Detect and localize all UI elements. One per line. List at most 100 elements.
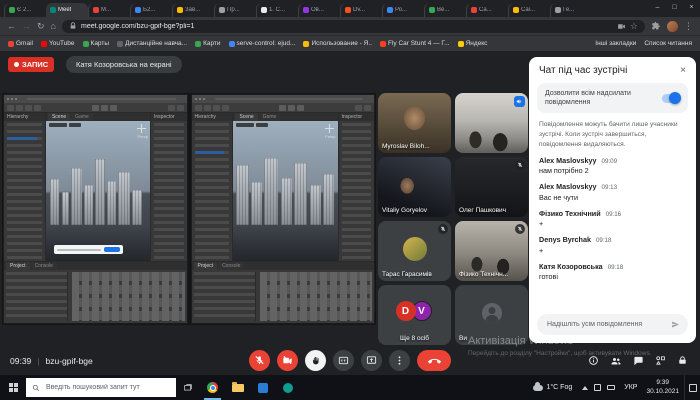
browser-tab[interactable]: Dv...	[340, 3, 382, 17]
raise-hand-button[interactable]	[305, 350, 326, 371]
unity-shading-dropdown[interactable]	[49, 123, 67, 127]
camera-off-button[interactable]	[277, 350, 298, 371]
bookmark-item[interactable]: serve-control: ejud...	[229, 40, 296, 47]
browser-tab[interactable]: Ве...	[424, 3, 466, 17]
unity-play-icon[interactable]	[279, 105, 286, 111]
chat-message-list[interactable]: Alex Maslovskyy09:09 нам потрібно 2 Alex…	[529, 154, 696, 309]
back-icon[interactable]: ←	[7, 22, 16, 31]
participant-tile-classroom[interactable]	[455, 93, 528, 153]
tray-network-icon[interactable]	[594, 384, 601, 391]
unity-scene-viewport[interactable]: Persp	[233, 121, 337, 261]
taskbar-weather[interactable]: 1°C Fog	[528, 384, 577, 391]
captions-button[interactable]	[333, 350, 354, 371]
tray-expand-icon[interactable]	[582, 386, 588, 390]
unity-project-tab[interactable]: Project	[194, 262, 218, 270]
camera-in-use-icon[interactable]	[617, 22, 626, 31]
mic-off-button[interactable]	[249, 350, 270, 371]
search-input[interactable]	[44, 383, 170, 392]
window-minimize-button[interactable]: –	[649, 0, 666, 15]
unity-scene-viewport[interactable]: Persp	[46, 121, 150, 261]
browser-tab[interactable]: Ро...	[382, 3, 424, 17]
unity-notification-toast[interactable]	[54, 245, 123, 254]
unity-tool-icon[interactable]	[222, 105, 229, 111]
browser-tab[interactable]: Саі...	[508, 3, 550, 17]
bookmark-item[interactable]: Карты	[83, 40, 110, 47]
browser-tab[interactable]: Са...	[466, 3, 508, 17]
unity-tool-icon[interactable]	[168, 105, 175, 111]
other-bookmarks-button[interactable]: Інші закладки	[595, 40, 636, 47]
browser-tab[interactable]: М...	[88, 3, 130, 17]
forward-icon[interactable]: →	[22, 22, 31, 31]
unity-scene-tab[interactable]: Scene	[48, 113, 70, 121]
unity-step-icon[interactable]	[110, 105, 117, 111]
participant-tile-oleh[interactable]: Олег Пашкович	[455, 157, 528, 217]
participant-tile-you[interactable]: Ви	[455, 285, 528, 345]
unity-tool-icon[interactable]	[25, 105, 32, 111]
taskbar-app-chrome[interactable]	[200, 375, 225, 400]
unity-pause-icon[interactable]	[101, 105, 108, 111]
browser-menu-icon[interactable]: ⋮	[684, 22, 693, 31]
unity-inspector-list[interactable]	[154, 123, 184, 259]
start-button[interactable]	[0, 375, 26, 400]
bookmark-item[interactable]: Яндекс	[458, 40, 488, 47]
action-center-button[interactable]	[684, 375, 700, 400]
browser-tab[interactable]: Ов...	[298, 3, 340, 17]
browser-tab[interactable]: Ге...	[550, 3, 592, 17]
bookmark-item[interactable]: Использование - Я..	[303, 40, 372, 47]
unity-play-icon[interactable]	[92, 105, 99, 111]
unity-tool-icon[interactable]	[7, 105, 14, 111]
toggle-switch-on[interactable]	[662, 94, 680, 103]
browser-tab[interactable]: Зав...	[172, 3, 214, 17]
browser-tab-meet-active[interactable]: Meet	[46, 3, 88, 17]
unity-view-options[interactable]	[256, 123, 268, 127]
unity-game-tab[interactable]: Game	[259, 113, 281, 121]
unity-view-options[interactable]	[69, 123, 81, 127]
unity-tool-icon[interactable]	[195, 105, 202, 111]
extensions-icon[interactable]	[651, 21, 661, 31]
browser-tab[interactable]: Є 2...	[4, 3, 46, 17]
present-screen-button[interactable]	[361, 350, 382, 371]
unity-asset-grid[interactable]	[72, 272, 184, 321]
taskbar-app-explorer[interactable]	[225, 375, 250, 400]
participant-tile-vitaliy[interactable]: Vitaliy Goryelov	[378, 157, 451, 217]
unity-step-icon[interactable]	[297, 105, 304, 111]
participant-tile-taras[interactable]: Тарас Гарасимів	[378, 221, 451, 281]
tray-battery-icon[interactable]	[607, 385, 615, 390]
more-options-button[interactable]	[389, 350, 410, 371]
unity-tool-icon[interactable]	[204, 105, 211, 111]
profile-avatar[interactable]	[667, 21, 678, 32]
reload-icon[interactable]: ↻	[37, 22, 45, 31]
toast-action-button[interactable]	[104, 247, 120, 252]
taskbar-app-teal[interactable]	[275, 375, 300, 400]
participant-tile-myroslav[interactable]: Myroslav Biloh...	[378, 93, 451, 153]
home-icon[interactable]: ⌂	[51, 22, 56, 31]
orientation-gizmo-icon[interactable]	[137, 124, 146, 133]
unity-project-tab[interactable]: Project	[6, 262, 30, 270]
unity-tool-icon[interactable]	[213, 105, 220, 111]
unity-asset-grid[interactable]	[260, 272, 372, 321]
browser-tab[interactable]: Б2...	[130, 3, 172, 17]
unity-tool-icon[interactable]	[16, 105, 23, 111]
participants-icon[interactable]	[610, 355, 622, 367]
unity-console-tab[interactable]: Console	[31, 262, 57, 270]
unity-inspector-list[interactable]	[342, 123, 372, 259]
chat-input[interactable]	[545, 320, 667, 329]
taskbar-search[interactable]	[26, 378, 176, 397]
close-icon[interactable]: ×	[680, 66, 686, 76]
unity-folder-tree[interactable]	[6, 272, 68, 321]
taskbar-app-blue[interactable]	[250, 375, 275, 400]
unity-hierarchy-list[interactable]	[195, 123, 230, 259]
browser-tab[interactable]: 1. С...	[256, 3, 298, 17]
unity-game-tab[interactable]: Game	[71, 113, 93, 121]
unity-shading-dropdown[interactable]	[236, 123, 254, 127]
unity-hierarchy-list[interactable]	[7, 123, 42, 259]
participant-tile-fizyko[interactable]: Фізико Технічн...	[455, 221, 528, 281]
bookmark-star-icon[interactable]: ☆	[630, 22, 638, 31]
end-call-button[interactable]	[417, 350, 451, 371]
unity-console-tab[interactable]: Console	[218, 262, 244, 270]
orientation-gizmo-icon[interactable]	[325, 124, 334, 133]
bookmark-item[interactable]: Дистанційне навча...	[117, 40, 187, 47]
unity-tool-icon[interactable]	[364, 105, 371, 111]
window-close-button[interactable]: ×	[683, 0, 700, 15]
bookmark-item[interactable]: Карти	[195, 40, 220, 47]
